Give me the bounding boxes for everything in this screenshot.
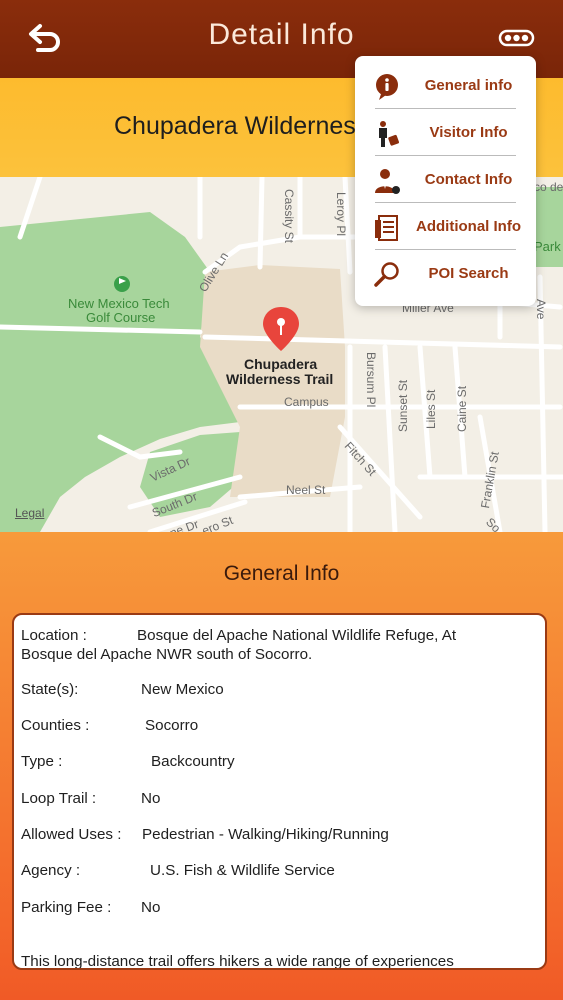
- pin-label-line2: Wilderness Trail: [226, 371, 334, 387]
- loop-label: Loop Trail :: [21, 790, 97, 807]
- map-label-golf-2: Golf Course: [86, 310, 155, 325]
- menu-item-contact-info[interactable]: Contact Info: [355, 156, 536, 203]
- location-row: Location : Bosque del Apache National Wi…: [21, 627, 456, 644]
- type-row: Type : Backcountry: [21, 753, 235, 770]
- menu-item-visitor-info[interactable]: Visitor Info: [355, 109, 536, 156]
- state-label: State(s):: [21, 681, 79, 698]
- map-label-ave: Ave: [534, 299, 548, 320]
- map-label-code: co de: [534, 180, 563, 194]
- agency-label: Agency :: [21, 862, 81, 879]
- location-label: Location :: [21, 627, 87, 644]
- more-dots-icon: [498, 29, 535, 47]
- contact-icon: [375, 169, 400, 194]
- menu-item-label: Contact Info: [424, 171, 513, 188]
- map-label-golf-line2: Golf Course: [86, 310, 156, 325]
- location-value-cont: Bosque del Apache NWR south of Socorro.: [21, 646, 313, 663]
- counties-label: Counties :: [21, 717, 90, 734]
- map-label-neel: Neel St: [286, 483, 326, 497]
- uses-value: Pedestrian - Walking/Hiking/Running: [142, 826, 389, 843]
- description-text: This long-distance trail offers hikers a…: [21, 953, 454, 970]
- fee-value: No: [141, 899, 161, 916]
- type-value: Backcountry: [151, 753, 235, 770]
- counties-row: Counties : Socorro: [21, 717, 198, 734]
- loop-row: Loop Trail : No: [21, 790, 160, 807]
- menu-item-label: Visitor Info: [429, 124, 508, 141]
- fee-row: Parking Fee : No: [21, 899, 160, 916]
- agency-row: Agency : U.S. Fish & Wildlife Service: [21, 862, 335, 879]
- map-label-leroy: Leroy Pl: [334, 192, 348, 237]
- visitor-icon: [379, 121, 399, 147]
- map-label-cassity: Cassity St: [282, 189, 296, 244]
- state-value: New Mexico: [141, 681, 224, 698]
- type-label: Type :: [21, 753, 63, 770]
- loop-value: No: [141, 790, 161, 807]
- map-label-park: Park: [534, 239, 561, 254]
- map-label-caine: Caine St: [455, 385, 469, 432]
- info-icon: [376, 74, 398, 100]
- document-icon: [375, 215, 398, 241]
- map-label-liles: Liles St: [424, 389, 438, 429]
- menu-item-general-info[interactable]: General info: [355, 62, 536, 109]
- map-legal-link[interactable]: Legal: [15, 506, 44, 520]
- menu-item-label: General info: [424, 77, 513, 94]
- state-row: State(s): New Mexico: [21, 681, 224, 698]
- location-row-2: Bosque del Apache NWR south of Socorro.: [21, 646, 312, 663]
- menu-item-label: POI Search: [428, 265, 509, 282]
- menu-item-label: Additional Info: [416, 218, 521, 235]
- uses-label: Allowed Uses :: [21, 826, 122, 843]
- map-label-golf: New Mexico Tech: [68, 296, 170, 311]
- general-info-card: Location : Bosque del Apache National Wi…: [12, 613, 547, 970]
- menu-item-additional-info[interactable]: Additional Info: [355, 203, 536, 250]
- section-title: General Info: [223, 562, 340, 585]
- menu-item-poi-search[interactable]: POI Search: [355, 250, 536, 297]
- map-label-golf-line1: New Mexico Tech: [68, 296, 170, 311]
- map-pin-icon[interactable]: [261, 305, 301, 353]
- location-value: Bosque del Apache National Wildlife Refu…: [137, 627, 457, 644]
- map-label-sunset: Sunset St: [396, 379, 410, 432]
- more-menu-button[interactable]: [498, 28, 538, 50]
- options-menu: General info Visitor Info Contact Info A…: [355, 56, 536, 306]
- search-icon: [374, 262, 399, 287]
- pin-label-line1: Chupadera: [244, 356, 318, 372]
- agency-value: U.S. Fish & Wildlife Service: [150, 862, 335, 879]
- map-label-campus: Campus: [284, 395, 329, 409]
- uses-row: Allowed Uses : Pedestrian - Walking/Hiki…: [21, 826, 389, 843]
- fee-label: Parking Fee :: [21, 899, 112, 916]
- page-title: Detail Info: [208, 18, 355, 51]
- map-label-bursum: Bursum Pl: [364, 352, 378, 408]
- counties-value: Socorro: [145, 717, 199, 734]
